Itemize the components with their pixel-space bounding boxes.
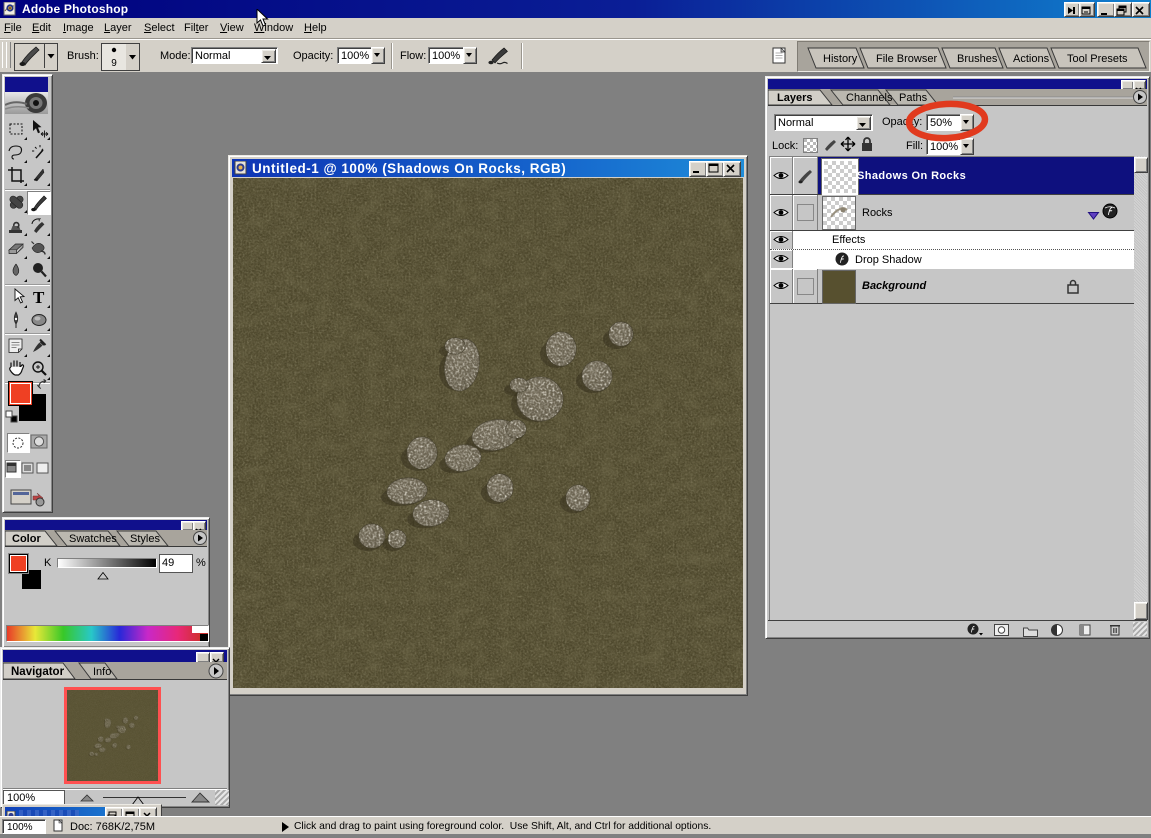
- svg-text:Channels: Channels: [846, 92, 893, 104]
- svg-text:Brushes: Brushes: [957, 53, 998, 65]
- svg-text:Color: Color: [12, 533, 41, 545]
- svg-text:Info: Info: [93, 666, 111, 678]
- svg-text:Tool Presets: Tool Presets: [1067, 53, 1128, 65]
- svg-text:History: History: [823, 53, 858, 65]
- svg-text:File Browser: File Browser: [876, 53, 937, 65]
- svg-text:Styles: Styles: [130, 533, 160, 545]
- svg-text:Swatches: Swatches: [69, 533, 117, 545]
- svg-text:Navigator: Navigator: [11, 666, 65, 678]
- svg-text:T: T: [33, 288, 45, 307]
- svg-text:Actions: Actions: [1013, 53, 1050, 65]
- svg-text:9: 9: [111, 58, 117, 69]
- svg-text:Layers: Layers: [777, 92, 812, 104]
